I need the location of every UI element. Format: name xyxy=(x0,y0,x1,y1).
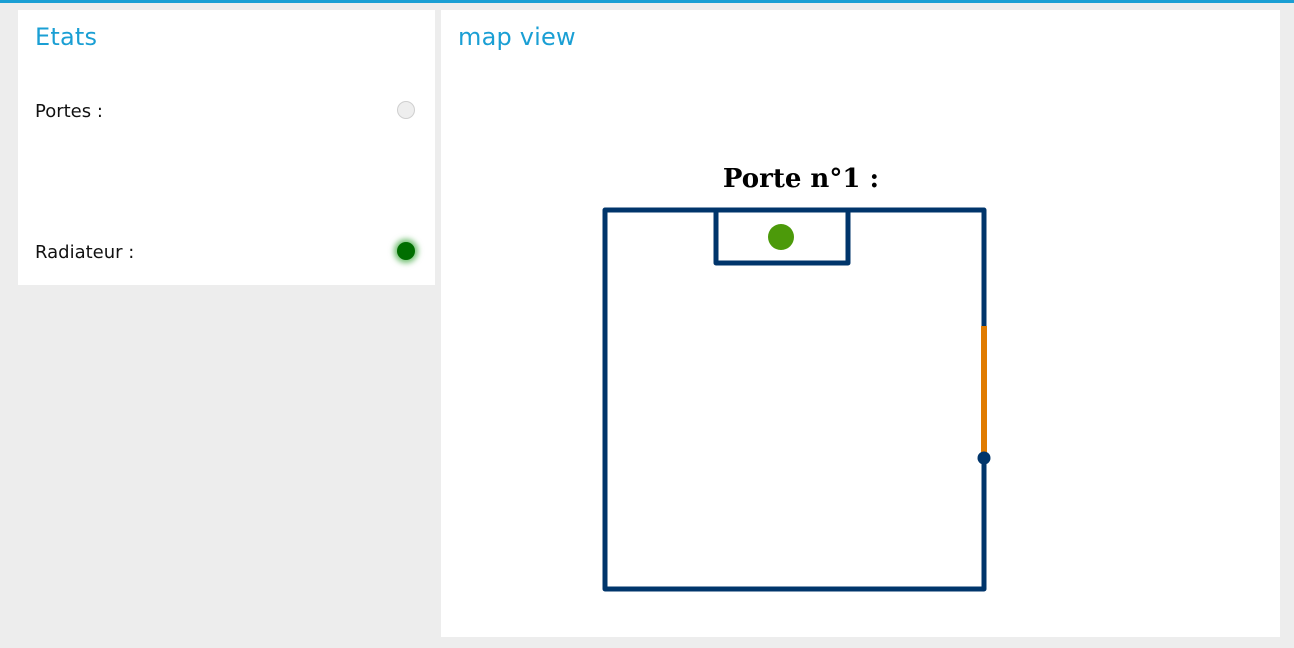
states-panel: Etats Portes : Radiateur : xyxy=(18,10,435,285)
radiator-status-indicator xyxy=(397,242,415,260)
floor-plan: Porte n°1 : xyxy=(602,164,991,592)
radiator-icon xyxy=(768,224,794,250)
door-caption: Porte n°1 : xyxy=(723,164,879,194)
map-view-panel: map view Porte n°1 : xyxy=(441,10,1280,637)
state-row-radiator: Radiateur : xyxy=(35,238,415,268)
state-row-doors: Portes : xyxy=(35,97,415,127)
radiator-label: Radiateur : xyxy=(35,242,135,263)
top-accent-strip xyxy=(0,0,1294,3)
doors-status-indicator xyxy=(397,101,415,119)
door-hinge xyxy=(977,451,991,465)
doors-label: Portes : xyxy=(35,101,103,122)
room-wall xyxy=(602,207,987,592)
states-panel-title: Etats xyxy=(35,23,98,51)
